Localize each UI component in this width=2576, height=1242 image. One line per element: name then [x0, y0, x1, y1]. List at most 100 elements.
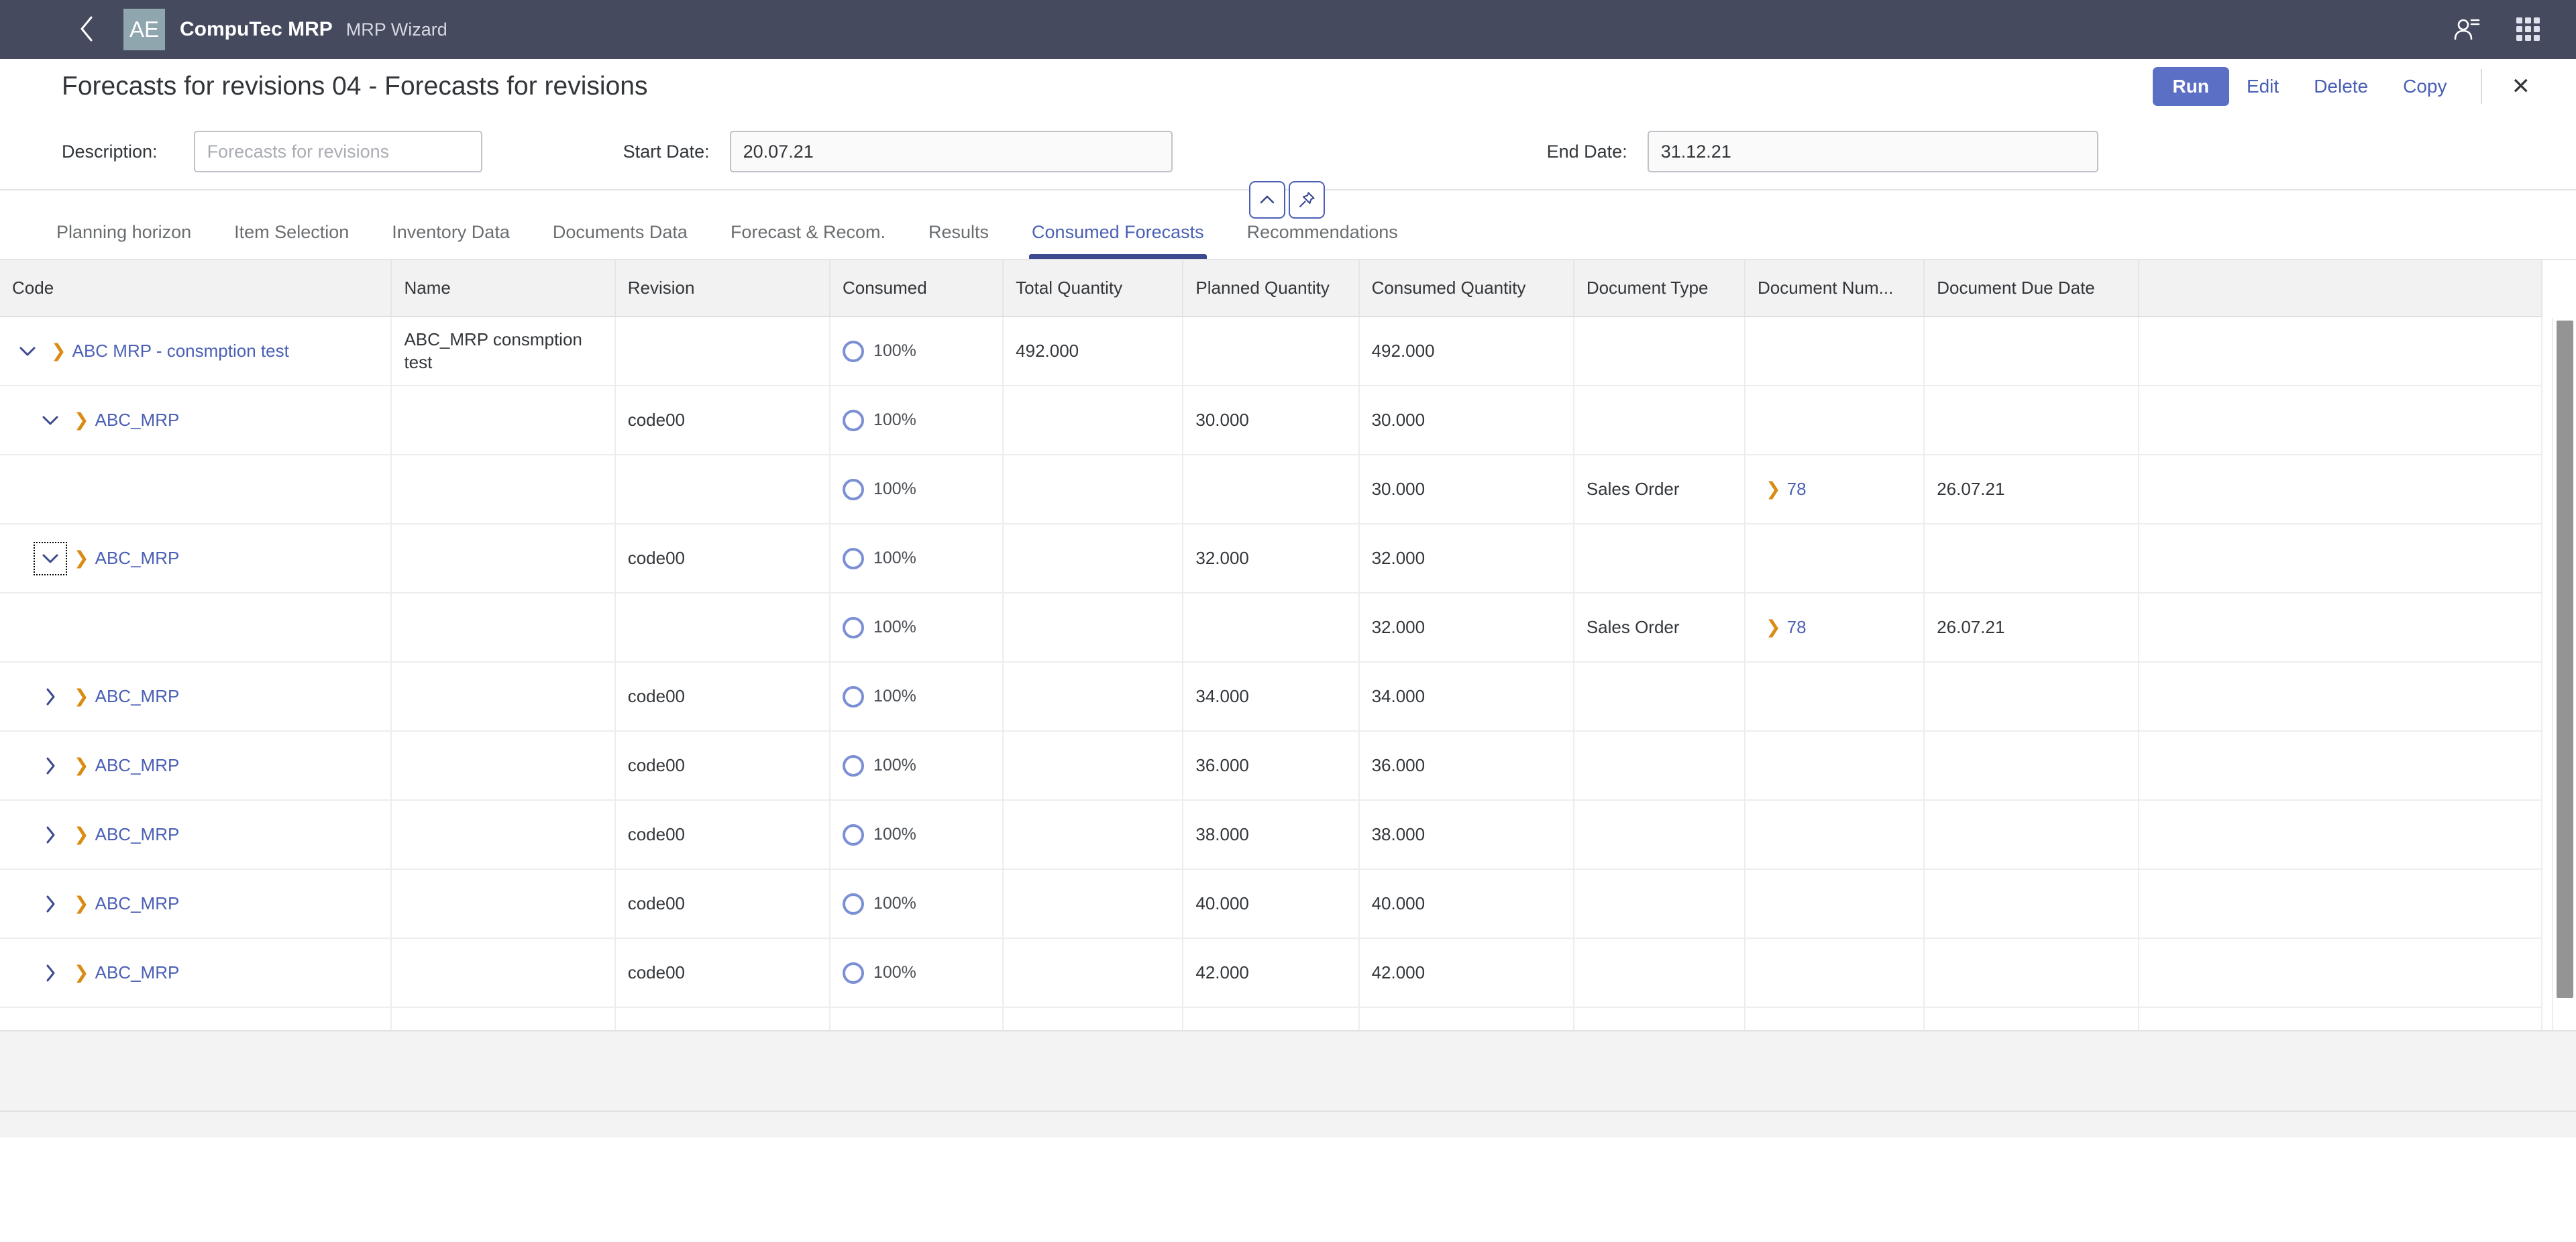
- cell-consumed-quantity: 38.000: [1359, 800, 1574, 869]
- column-header-total-quantity[interactable]: Total Quantity: [1003, 260, 1183, 317]
- tab-forecast-recom[interactable]: Forecast & Recom.: [709, 223, 907, 259]
- document-number-link[interactable]: 78: [1787, 479, 1807, 500]
- navigate-arrow-icon[interactable]: ❯: [74, 756, 89, 775]
- navigate-arrow-icon[interactable]: ❯: [74, 411, 89, 429]
- table-row[interactable]: ❯ABC_MRPcode00100%38.00038.000: [0, 800, 2542, 869]
- vertical-scrollbar-thumb[interactable]: [2557, 321, 2573, 998]
- pin-header-button[interactable]: [1289, 181, 1325, 219]
- vertical-scrollbar-track[interactable]: [2552, 318, 2576, 1030]
- navigate-arrow-icon[interactable]: ❯: [74, 964, 89, 982]
- code-link[interactable]: ABC MRP - consmption test: [72, 341, 289, 361]
- column-header-consumed-quantity[interactable]: Consumed Quantity: [1359, 260, 1574, 317]
- column-header-document-number[interactable]: Document Num...: [1745, 260, 1924, 317]
- table-row[interactable]: 100%30.000Sales Order❯7826.07.21: [0, 455, 2542, 524]
- cell-document-number: [1745, 869, 1924, 938]
- table-row[interactable]: ❯ABC_MRPcode00100%34.00034.000: [0, 662, 2542, 731]
- tab-planning-horizon[interactable]: Planning horizon: [35, 223, 213, 259]
- progress-ring-icon: [843, 893, 864, 915]
- tab-results[interactable]: Results: [907, 223, 1010, 259]
- edit-button[interactable]: Edit: [2229, 67, 2296, 106]
- app-grid-icon[interactable]: [2506, 7, 2551, 52]
- navigate-arrow-icon[interactable]: ❯: [74, 549, 89, 567]
- code-link[interactable]: ABC_MRP: [95, 824, 180, 845]
- code-link[interactable]: ABC_MRP: [95, 548, 180, 569]
- navigate-arrow-icon[interactable]: ❯: [74, 687, 89, 705]
- code-link[interactable]: ABC_MRP: [95, 755, 180, 776]
- navigate-arrow-icon[interactable]: ❯: [51, 342, 66, 360]
- description-input[interactable]: [194, 131, 482, 172]
- tree-expand-toggle[interactable]: [35, 750, 66, 781]
- tab-recommendations[interactable]: Recommendations: [1226, 223, 1419, 259]
- delete-button[interactable]: Delete: [2296, 67, 2385, 106]
- progress-ring-icon: [843, 686, 864, 708]
- table-header: Code Name Revision Consumed Total Quanti…: [0, 260, 2542, 317]
- user-settings-icon[interactable]: [2445, 7, 2489, 52]
- column-header-revision[interactable]: Revision: [615, 260, 830, 317]
- tab-item-selection[interactable]: Item Selection: [213, 223, 370, 259]
- cell-document-type: [1574, 869, 1745, 938]
- table-row[interactable]: ❯ABC_MRPcode00100%32.00032.000: [0, 524, 2542, 593]
- cell-document-due-date: [1924, 524, 2139, 593]
- cell-name: [391, 455, 614, 524]
- cell-filler: [2139, 869, 2542, 938]
- table-row[interactable]: ❯ABC_MRPcode00100%36.00036.000: [0, 731, 2542, 800]
- tree-expand-toggle[interactable]: [35, 1027, 66, 1031]
- tree-expand-toggle[interactable]: [35, 543, 66, 574]
- copy-button[interactable]: Copy: [2385, 67, 2464, 106]
- cell-total-quantity: 492.000: [1003, 317, 1183, 386]
- table-row[interactable]: ❯ABC_MRPcode00100%42.00042.000: [0, 938, 2542, 1007]
- collapse-header-button[interactable]: [1249, 181, 1285, 219]
- navigate-arrow-icon[interactable]: ❯: [1766, 480, 1781, 498]
- cell-document-number: [1745, 524, 1924, 593]
- navigate-arrow-icon[interactable]: ❯: [1766, 618, 1781, 636]
- column-header-document-type[interactable]: Document Type: [1574, 260, 1745, 317]
- tree-expand-toggle[interactable]: [35, 405, 66, 436]
- tree-expand-toggle[interactable]: [12, 336, 43, 367]
- description-label: Description:: [62, 142, 158, 162]
- table-row[interactable]: ❯ABC_MRPcode00100%30.00030.000: [0, 386, 2542, 455]
- code-link[interactable]: ABC_MRP: [95, 686, 180, 707]
- end-date-input[interactable]: [1648, 131, 2098, 172]
- table-row[interactable]: ❯ABC_MRPcode00100%40.00040.000: [0, 869, 2542, 938]
- cell-document-due-date: [1924, 800, 2139, 869]
- cell-code: ❯ ABC MRP - consmption test: [0, 317, 391, 386]
- cell-code: ❯ ABC_MRP: [0, 938, 391, 1007]
- tab-consumed-forecasts[interactable]: Consumed Forecasts: [1010, 223, 1226, 259]
- cell-revision: [615, 317, 830, 386]
- tab-documents-data[interactable]: Documents Data: [531, 223, 709, 259]
- navigate-arrow-icon[interactable]: ❯: [74, 895, 89, 913]
- column-header-document-due-date[interactable]: Document Due Date: [1924, 260, 2139, 317]
- tree-expand-toggle[interactable]: [35, 681, 66, 712]
- filter-form: Description: Start Date: End Date:: [0, 114, 2576, 189]
- cell-revision: code00: [615, 1007, 830, 1030]
- table-body: ❯ABC MRP - consmption testABC_MRP consmp…: [0, 317, 2542, 1030]
- column-header-name[interactable]: Name: [391, 260, 614, 317]
- cell-consumed: 100%: [830, 869, 1003, 938]
- table-row[interactable]: ❯ABC MRP - consmption testABC_MRP consmp…: [0, 317, 2542, 386]
- cell-document-number: [1745, 662, 1924, 731]
- consumed-percent: 100%: [873, 341, 916, 361]
- column-header-consumed[interactable]: Consumed: [830, 260, 1003, 317]
- column-header-code[interactable]: Code: [0, 260, 391, 317]
- cell-consumed-quantity: 42.000: [1359, 938, 1574, 1007]
- start-date-input[interactable]: [730, 131, 1173, 172]
- close-icon[interactable]: ✕: [2496, 70, 2547, 103]
- run-button[interactable]: Run: [2153, 67, 2229, 106]
- column-header-planned-quantity[interactable]: Planned Quantity: [1183, 260, 1358, 317]
- tree-expand-toggle[interactable]: [35, 889, 66, 919]
- progress-ring-icon: [843, 962, 864, 984]
- cell-name: [391, 524, 614, 593]
- table-row[interactable]: 100%32.000Sales Order❯7826.07.21: [0, 593, 2542, 662]
- tree-expand-toggle[interactable]: [35, 820, 66, 850]
- code-link[interactable]: ABC_MRP: [95, 410, 180, 431]
- navigate-arrow-icon[interactable]: ❯: [74, 826, 89, 844]
- code-link[interactable]: ABC_MRP: [95, 962, 180, 983]
- code-link[interactable]: ABC_MRP: [95, 893, 180, 914]
- back-chevron-icon[interactable]: [72, 15, 101, 43]
- table-row[interactable]: ❯ABC_MRPcode00100%44.00044.000: [0, 1007, 2542, 1030]
- cell-revision: code00: [615, 731, 830, 800]
- consumed-percent: 100%: [873, 618, 916, 637]
- tree-expand-toggle[interactable]: [35, 958, 66, 989]
- document-number-link[interactable]: 78: [1787, 617, 1807, 638]
- tab-inventory-data[interactable]: Inventory Data: [370, 223, 531, 259]
